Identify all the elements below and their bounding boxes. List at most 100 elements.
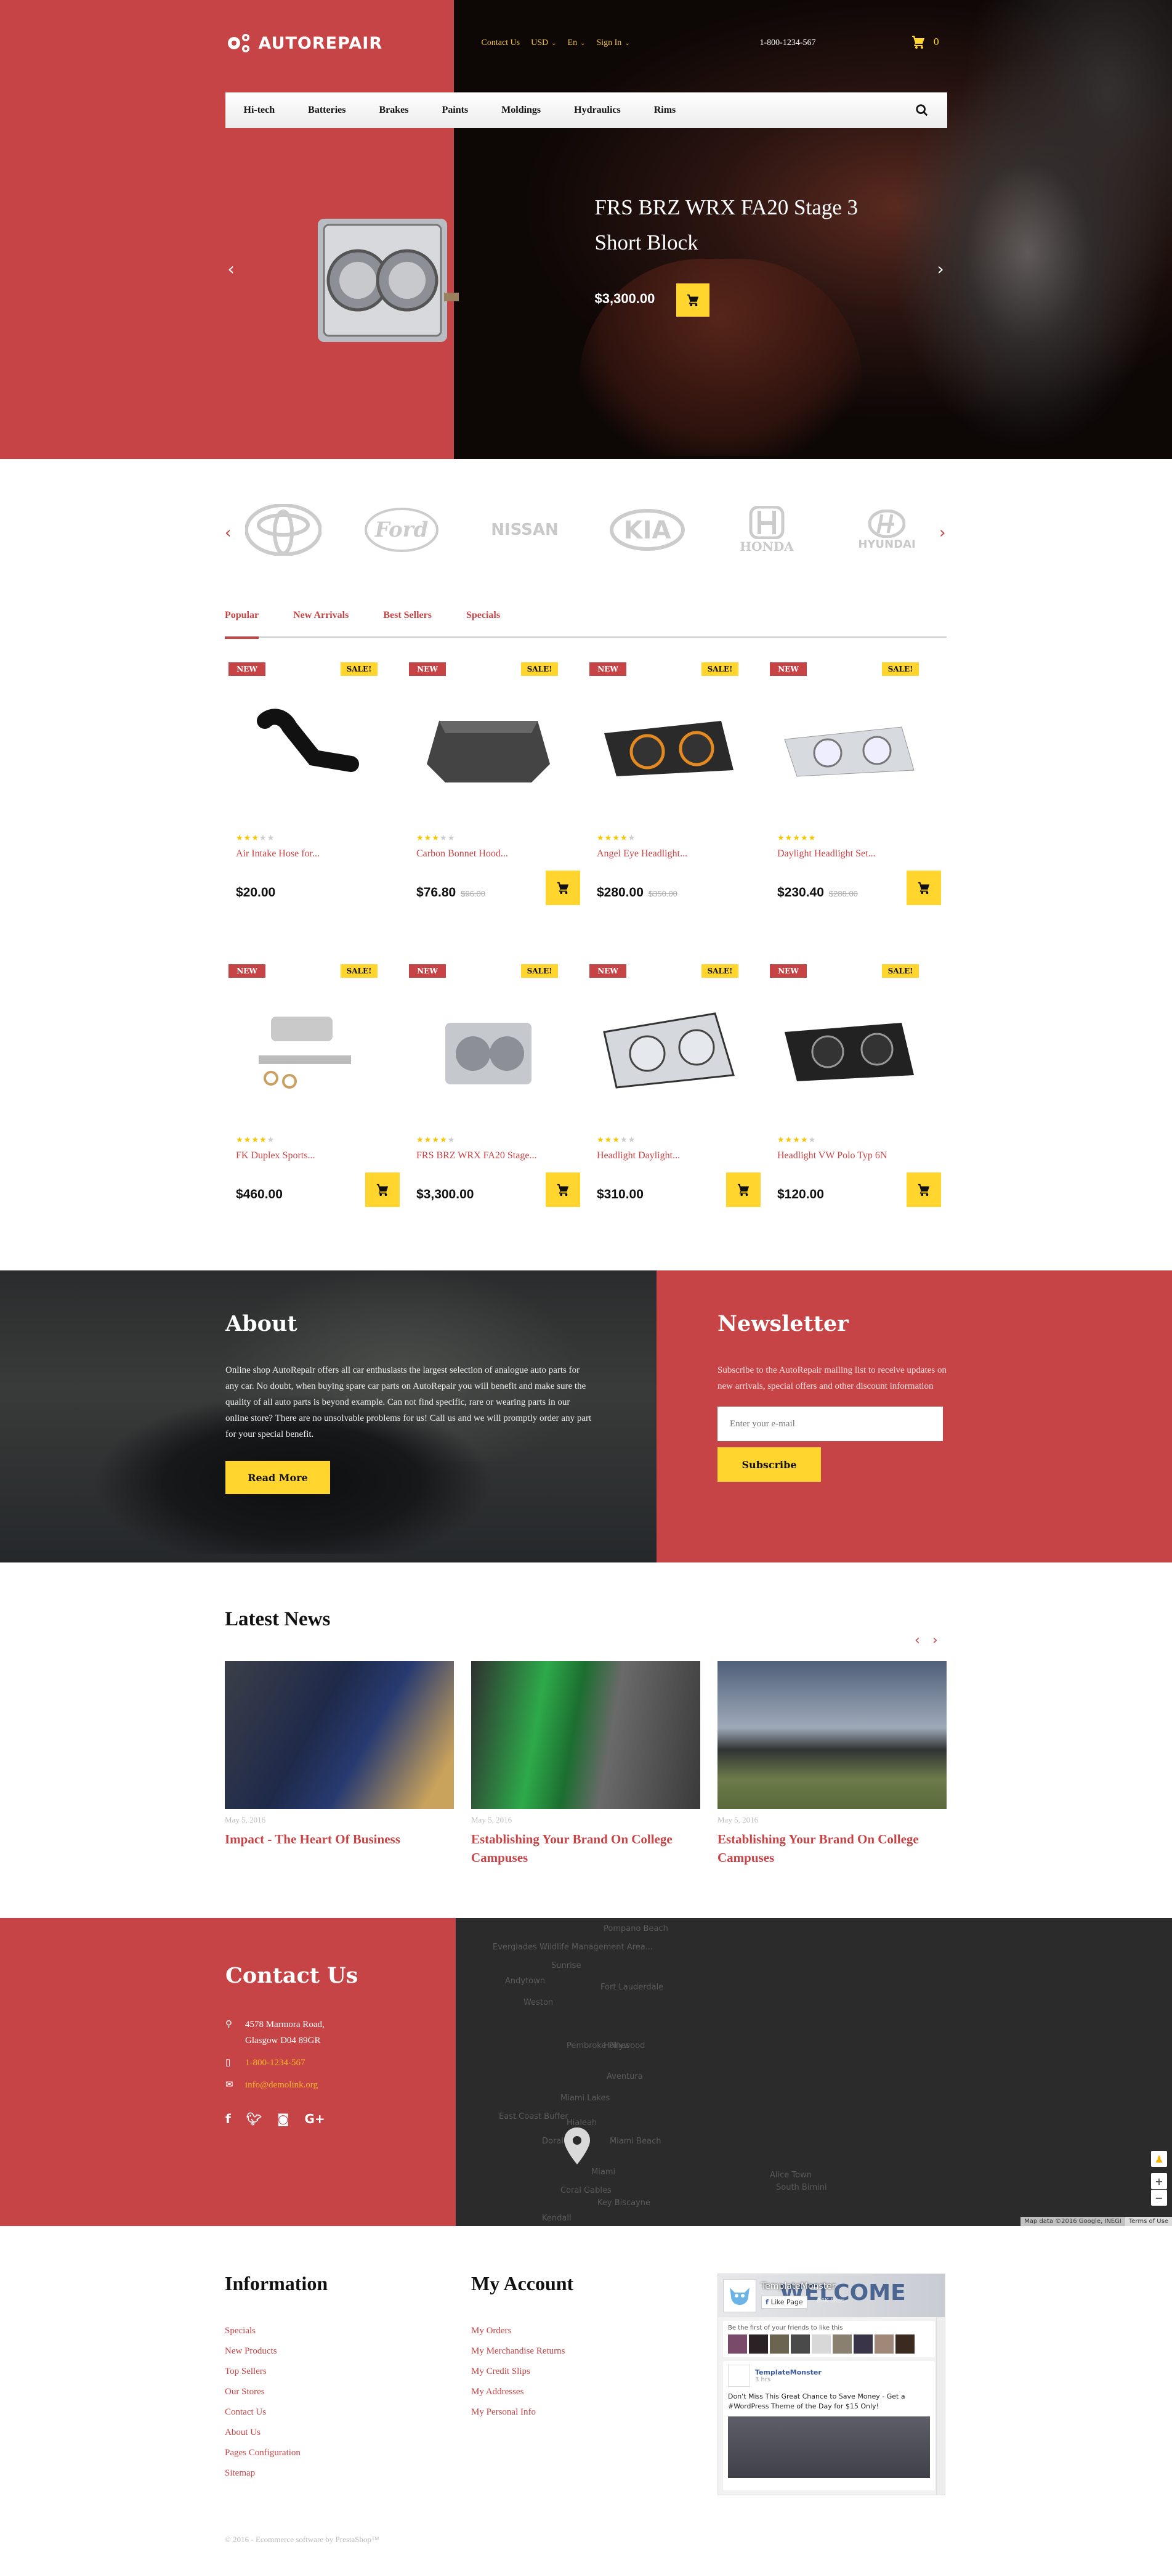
footer-link[interactable]: Sitemap: [225, 2468, 328, 2479]
product-card[interactable]: NEW SALE! ★★★★★ Air Intake Hose for... $…: [225, 662, 405, 921]
product-card[interactable]: NEW SALE! ★★★★★ Carbon Bonnet Hood... $7…: [405, 662, 586, 921]
news-prev-arrow[interactable]: ‹: [915, 1633, 920, 1648]
avatar[interactable]: [854, 2334, 873, 2354]
facebook-like-page-button[interactable]: f Like Page: [761, 2296, 807, 2309]
language-dropdown[interactable]: En ⌄: [568, 38, 586, 48]
footer-link[interactable]: My Merchandise Returns: [471, 2346, 573, 2357]
footer-link[interactable]: Pages Configuration: [225, 2448, 328, 2458]
footer-link[interactable]: My Orders: [471, 2326, 573, 2336]
slider-prev-arrow[interactable]: ‹: [228, 259, 235, 279]
product-card[interactable]: NEW SALE! ★★★★★ Daylight Headlight Set..…: [766, 662, 947, 921]
email-input[interactable]: [717, 1407, 943, 1441]
avatar[interactable]: [749, 2334, 768, 2354]
product-image[interactable]: [598, 687, 740, 810]
footer-link[interactable]: My Credit Slips: [471, 2367, 573, 2377]
map-pin-icon[interactable]: [564, 2127, 590, 2164]
avatar[interactable]: [833, 2334, 852, 2354]
post-image[interactable]: [728, 2416, 930, 2478]
news-next-arrow[interactable]: ›: [932, 1633, 938, 1648]
add-to-cart-button[interactable]: [546, 1172, 580, 1207]
product-name[interactable]: Air Intake Hose for...: [236, 848, 320, 859]
facebook-scrollbar[interactable]: [936, 2317, 945, 2495]
tab-best-sellers[interactable]: Best Sellers: [383, 610, 432, 638]
contact-us-link[interactable]: Contact Us: [482, 38, 520, 48]
tab-popular[interactable]: Popular: [225, 610, 259, 639]
avatar[interactable]: [728, 2334, 747, 2354]
menu-item-moldings[interactable]: Moldings: [501, 105, 541, 116]
facebook-page-name[interactable]: TemplateMonster: [761, 2281, 836, 2291]
product-image[interactable]: [418, 989, 559, 1112]
product-name[interactable]: Daylight Headlight Set...: [777, 848, 876, 859]
product-card[interactable]: NEW SALE! ★★★★★ FRS BRZ WRX FA20 Stage..…: [405, 964, 586, 1223]
avatar[interactable]: [875, 2334, 894, 2354]
hero-product-title[interactable]: FRS BRZ WRX FA20 Stage 3 Short Block: [595, 190, 884, 260]
map-terms-link[interactable]: Terms of Use: [1125, 2217, 1172, 2226]
brand-kia[interactable]: KIA: [604, 499, 690, 561]
brands-prev-arrow[interactable]: ‹: [225, 524, 231, 542]
menu-item-hi-tech[interactable]: Hi-tech: [244, 105, 275, 116]
product-name[interactable]: FK Duplex Sports...: [236, 1150, 315, 1161]
product-image[interactable]: [778, 687, 920, 810]
product-name[interactable]: Headlight Daylight...: [597, 1150, 680, 1161]
product-name[interactable]: Carbon Bonnet Hood...: [416, 848, 508, 859]
read-more-button[interactable]: Read More: [225, 1461, 330, 1494]
menu-item-hydraulics[interactable]: Hydraulics: [574, 105, 621, 116]
add-to-cart-button[interactable]: [907, 871, 941, 905]
zoom-out-button[interactable]: −: [1151, 2190, 1167, 2206]
footer-link[interactable]: My Addresses: [471, 2387, 573, 2397]
brand-toyota[interactable]: [243, 499, 323, 561]
brand-honda[interactable]: HONDA: [724, 499, 810, 561]
facebook-icon[interactable]: f: [225, 2111, 231, 2126]
news-image-truck[interactable]: [717, 1661, 947, 1809]
product-card[interactable]: NEW SALE! ★★★★★ FK Duplex Sports... $460…: [225, 964, 405, 1223]
avatar[interactable]: [812, 2334, 831, 2354]
tab-new-arrivals[interactable]: New Arrivals: [293, 610, 349, 638]
footer-link[interactable]: New Products: [225, 2346, 328, 2357]
product-name[interactable]: Angel Eye Headlight...: [597, 848, 687, 859]
contact-phone-link[interactable]: 1-800-1234-567: [245, 2055, 305, 2071]
templatemonster-logo[interactable]: [723, 2279, 756, 2312]
add-to-cart-button[interactable]: [907, 1172, 941, 1207]
product-name[interactable]: FRS BRZ WRX FA20 Stage...: [416, 1150, 536, 1161]
zoom-in-button[interactable]: +: [1151, 2173, 1167, 2189]
product-image[interactable]: [418, 687, 559, 810]
avatar[interactable]: [895, 2334, 915, 2354]
instagram-icon[interactable]: ◙: [277, 2111, 289, 2126]
product-image[interactable]: [598, 989, 740, 1112]
menu-item-batteries[interactable]: Batteries: [308, 105, 346, 116]
news-card[interactable]: May 5, 2016 Impact - The Heart Of Busine…: [225, 1661, 454, 1848]
news-title[interactable]: Impact - The Heart Of Business: [225, 1830, 454, 1848]
news-image-mechanic[interactable]: [225, 1661, 454, 1809]
subscribe-button[interactable]: Subscribe: [717, 1447, 821, 1482]
product-name[interactable]: Headlight VW Polo Typ 6N: [777, 1150, 887, 1161]
footer-link[interactable]: About Us: [225, 2428, 328, 2438]
slider-next-arrow[interactable]: ›: [937, 259, 944, 279]
avatar[interactable]: [770, 2334, 789, 2354]
menu-item-rims[interactable]: Rims: [654, 105, 676, 116]
street-view-pegman-icon[interactable]: ♟: [1151, 2151, 1167, 2167]
contact-email-link[interactable]: info@demolink.org: [245, 2077, 318, 2093]
product-card[interactable]: NEW SALE! ★★★★★ Headlight VW Polo Typ 6N…: [766, 964, 947, 1223]
menu-item-paints[interactable]: Paints: [442, 105, 468, 116]
map[interactable]: ♟ + − Map data ©2016 Google, INEGI Terms …: [456, 1918, 1172, 2226]
footer-link[interactable]: Our Stores: [225, 2387, 328, 2397]
tab-specials[interactable]: Specials: [466, 610, 500, 638]
footer-link[interactable]: Contact Us: [225, 2407, 328, 2418]
footer-link[interactable]: My Personal Info: [471, 2407, 573, 2418]
news-title[interactable]: Establishing Your Brand On College Campu…: [717, 1830, 947, 1867]
product-image[interactable]: [778, 989, 920, 1112]
news-image-oil[interactable]: [471, 1661, 700, 1809]
product-card[interactable]: NEW SALE! ★★★★★ Headlight Daylight... $3…: [586, 964, 766, 1223]
twitter-icon[interactable]: 🐦︎: [246, 2111, 262, 2126]
product-image[interactable]: [237, 687, 379, 810]
product-image[interactable]: [237, 989, 379, 1112]
hero-add-to-cart-button[interactable]: [676, 283, 709, 317]
avatar[interactable]: [791, 2334, 810, 2354]
sign-in-dropdown[interactable]: Sign In ⌄: [596, 38, 629, 48]
google-plus-icon[interactable]: G+: [305, 2111, 325, 2126]
cart-button[interactable]: 0: [910, 35, 939, 49]
menu-item-brakes[interactable]: Brakes: [379, 105, 408, 116]
post-author[interactable]: TemplateMonster: [755, 2368, 822, 2376]
add-to-cart-button[interactable]: [365, 1172, 400, 1207]
add-to-cart-button[interactable]: [726, 1172, 761, 1207]
